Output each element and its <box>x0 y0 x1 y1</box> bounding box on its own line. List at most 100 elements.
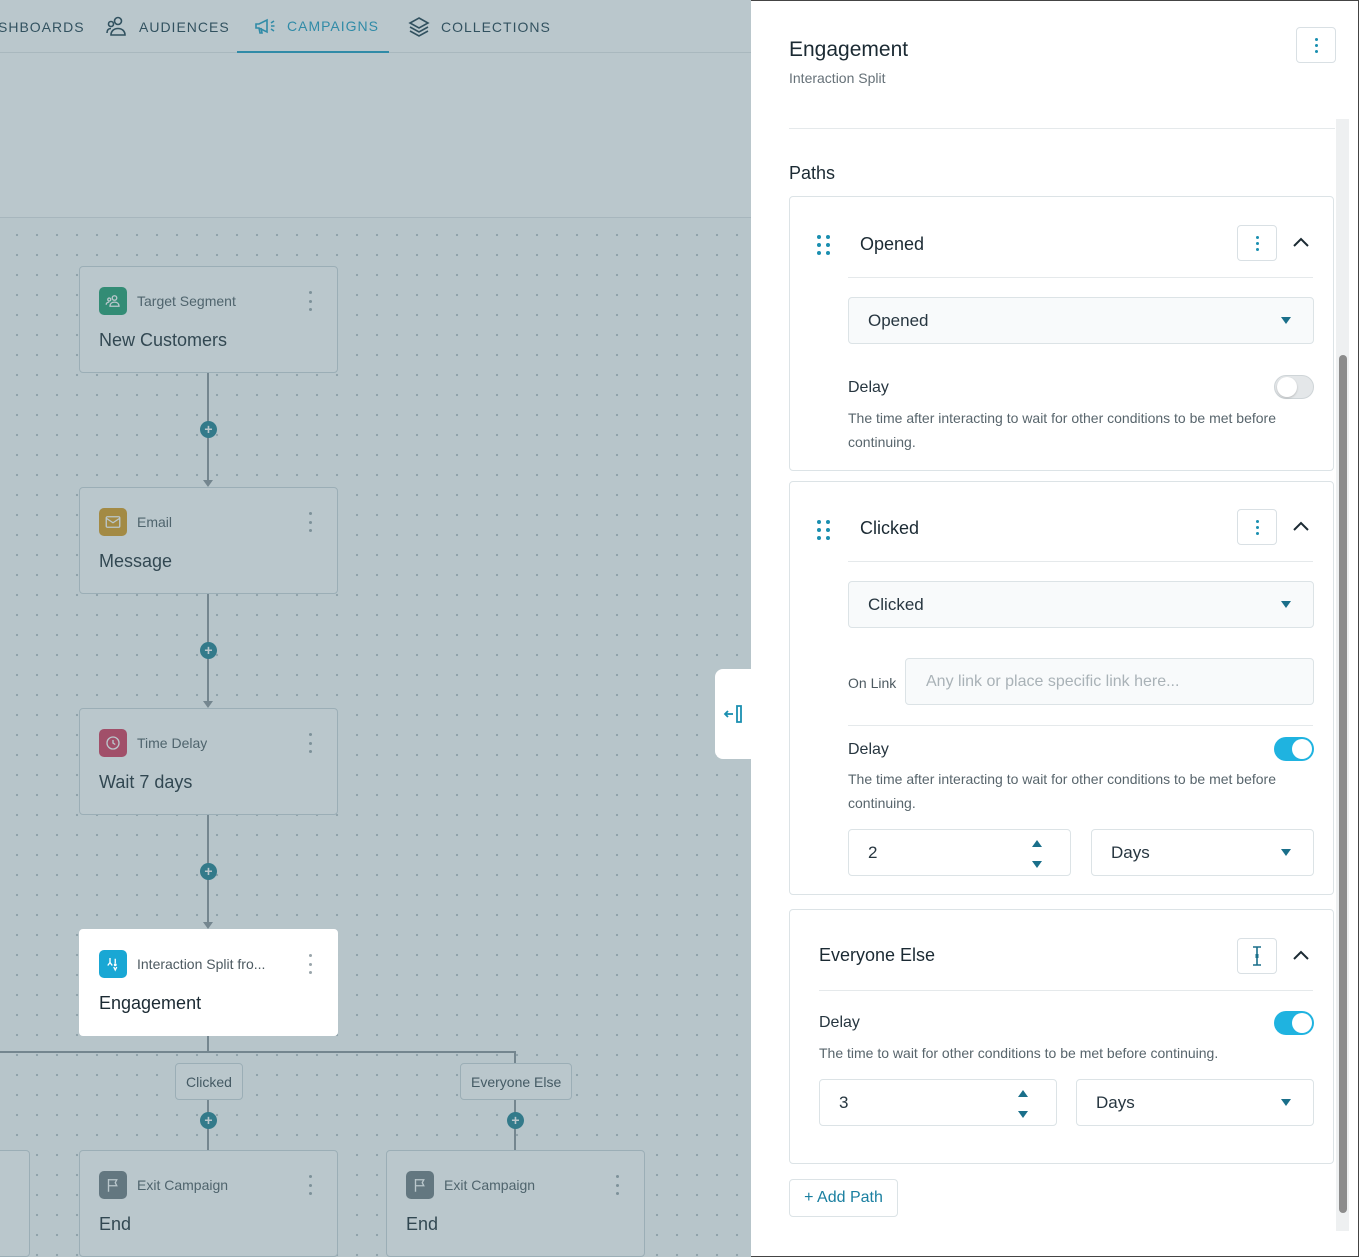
path-menu-button[interactable] <box>1237 938 1277 974</box>
branch-label-clicked[interactable]: Clicked <box>175 1063 243 1100</box>
card-divider <box>819 990 1313 991</box>
flow-node-partial[interactable] <box>0 1150 30 1257</box>
node-name: New Customers <box>99 330 228 350</box>
text-cursor-icon <box>1253 946 1261 966</box>
node-type: Target Segment <box>137 293 236 309</box>
delay-description: The time after interacting to wait for o… <box>848 771 1276 811</box>
add-step-button[interactable]: + <box>200 642 217 659</box>
node-type: Interaction Split fro... <box>137 956 266 972</box>
path-menu-button[interactable] <box>1237 509 1277 545</box>
branch-line <box>0 1051 516 1053</box>
connector-arrow <box>203 701 213 708</box>
chevron-up-icon[interactable] <box>1289 515 1313 539</box>
delay-amount-input[interactable]: 2 <box>848 829 1071 876</box>
nav-dashboards-label: SHBOARDS <box>0 18 85 35</box>
node-name: End <box>406 1214 439 1234</box>
nav-audiences[interactable]: AUDIENCES <box>105 0 230 53</box>
node-type: Time Delay <box>137 735 208 751</box>
delay-unit-value: Days <box>1111 842 1150 862</box>
node-type: Email <box>137 514 173 530</box>
card-divider <box>848 725 1313 726</box>
add-step-button[interactable]: + <box>507 1112 524 1129</box>
flow-node-exit-campaign[interactable]: Exit Campaign End <box>79 1150 338 1257</box>
path-menu-button[interactable] <box>1237 225 1277 261</box>
node-name: Wait 7 days <box>99 772 193 792</box>
path-title: Opened <box>860 234 925 254</box>
delay-unit-select[interactable]: Days <box>1076 1079 1314 1126</box>
flow-node-target-segment[interactable]: Target Segment New Customers <box>79 266 338 373</box>
chevron-up-icon[interactable] <box>1289 944 1313 968</box>
chevron-up-icon[interactable] <box>1289 231 1313 255</box>
panel-menu-button[interactable] <box>1296 27 1336 63</box>
stepper-icon[interactable] <box>1032 840 1042 868</box>
node-type: Exit Campaign <box>444 1177 536 1193</box>
caret-down-icon <box>1281 317 1291 324</box>
node-menu-icon[interactable] <box>614 1175 620 1195</box>
audiences-icon <box>106 16 126 36</box>
node-menu-icon[interactable] <box>307 1175 313 1195</box>
delay-label: Delay <box>848 379 889 396</box>
delay-label: Delay <box>848 741 889 758</box>
flow-node-email[interactable]: Email Message <box>79 487 338 594</box>
node-menu-icon[interactable] <box>307 733 313 753</box>
delay-amount-value: 2 <box>868 842 878 862</box>
branch-label-everyone-else[interactable]: Everyone Else <box>460 1063 573 1100</box>
split-icon <box>99 950 127 978</box>
path-title: Everyone Else <box>819 945 936 965</box>
nav-campaigns[interactable]: CAMPAIGNS <box>237 0 389 53</box>
path-card-clicked: Clicked Clicked On Link Delay The time a… <box>789 481 1334 895</box>
add-step-button[interactable]: + <box>200 421 217 438</box>
delay-toggle[interactable] <box>1274 1011 1314 1035</box>
delay-description: The time to wait for other conditions to… <box>819 1045 1219 1061</box>
on-link-input[interactable] <box>905 658 1314 705</box>
layers-icon <box>408 16 430 37</box>
node-name: End <box>99 1214 132 1234</box>
add-path-button[interactable]: + Add Path <box>789 1179 898 1217</box>
add-step-button[interactable]: + <box>200 863 217 880</box>
nav-dashboards[interactable]: SHBOARDS <box>0 0 85 53</box>
delay-amount-input[interactable]: 3 <box>819 1079 1057 1126</box>
drag-handle-icon[interactable] <box>817 235 831 255</box>
panel-divider <box>789 128 1335 129</box>
path-card-everyone-else: Everyone Else Delay The time to wait for… <box>789 909 1334 1164</box>
connector-arrow <box>203 922 213 929</box>
caret-down-icon <box>1281 1099 1291 1106</box>
node-name: Message <box>99 551 173 571</box>
collapse-panel-button[interactable] <box>715 669 751 759</box>
delay-unit-value: Days <box>1096 1092 1135 1112</box>
add-step-button[interactable]: + <box>200 1112 217 1129</box>
nav-collections-label: COLLECTIONS <box>441 18 551 35</box>
flag-icon <box>99 1171 127 1199</box>
nav-campaigns-label: CAMPAIGNS <box>287 17 379 34</box>
top-navigation: SHBOARDS AUDIENCES CAMPAIGNS COLLECTIONS <box>0 0 751 53</box>
node-menu-icon[interactable] <box>307 291 313 311</box>
nav-collections[interactable]: COLLECTIONS <box>407 0 551 53</box>
flow-node-time-delay[interactable]: Time Delay Wait 7 days <box>79 708 338 815</box>
delay-toggle[interactable] <box>1274 375 1314 399</box>
delay-toggle[interactable] <box>1274 737 1314 761</box>
delay-description: The time after interacting to wait for o… <box>848 410 1276 450</box>
node-menu-icon[interactable] <box>307 954 313 974</box>
node-name: Engagement <box>99 993 202 1013</box>
connector-line <box>207 1036 209 1052</box>
scrollbar-thumb[interactable] <box>1339 355 1347 1213</box>
delay-unit-select[interactable]: Days <box>1091 829 1314 876</box>
drag-handle-icon[interactable] <box>817 520 831 540</box>
caret-down-icon <box>1281 849 1291 856</box>
condition-select[interactable]: Clicked <box>848 581 1314 628</box>
path-card-opened: Opened Opened Delay The time after inter… <box>789 196 1334 471</box>
flow-node-interaction-split[interactable]: Interaction Split fro... Engagement <box>79 929 338 1036</box>
megaphone-icon <box>255 18 275 34</box>
condition-select-value: Clicked <box>868 594 924 614</box>
node-menu-icon[interactable] <box>307 512 313 532</box>
flow-node-exit-campaign[interactable]: Exit Campaign End <box>386 1150 645 1257</box>
node-type: Exit Campaign <box>137 1177 229 1193</box>
delay-label: Delay <box>819 1014 860 1031</box>
clock-icon <box>99 729 127 757</box>
envelope-icon <box>99 508 127 536</box>
card-divider <box>848 277 1313 278</box>
stepper-icon[interactable] <box>1018 1090 1028 1118</box>
panel-title: Engagement <box>789 38 909 61</box>
delay-amount-value: 3 <box>839 1092 849 1112</box>
condition-select[interactable]: Opened <box>848 297 1314 344</box>
